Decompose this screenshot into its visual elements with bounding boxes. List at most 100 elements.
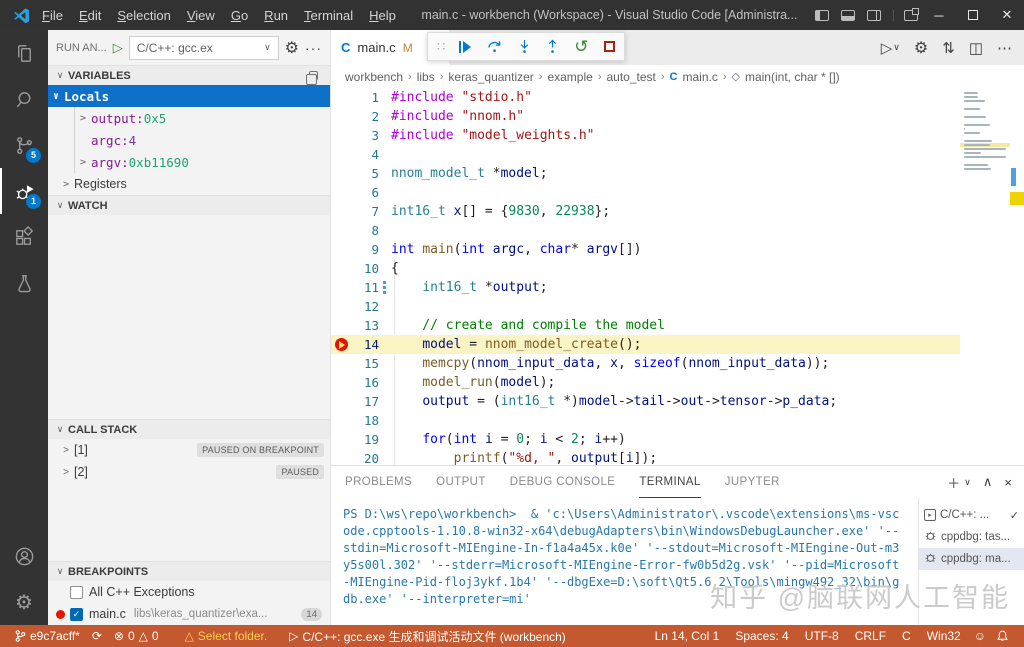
step-into-button[interactable] [518, 39, 531, 54]
terminal-dropdown-icon[interactable]: ∨ [964, 477, 971, 488]
status-cursor-position[interactable]: Ln 14, Col 1 [647, 625, 728, 647]
line-number[interactable]: 19 [351, 432, 379, 447]
code-line[interactable]: 19 for(int i = 0; i < 2; i++) [331, 430, 960, 449]
variable-row[interactable]: >output: 0x5 [75, 107, 330, 129]
watch-section-header[interactable]: ∨ WATCH [48, 195, 330, 215]
new-terminal-icon[interactable]: ＋ [947, 473, 960, 492]
debug-task-item[interactable]: ▷ C/C++: gcc.exe 生成和调试活动文件 (workbench) [284, 625, 571, 647]
step-over-button[interactable] [486, 39, 503, 54]
line-number[interactable]: 18 [351, 413, 379, 428]
run-and-debug-icon[interactable]: 1 [0, 168, 48, 214]
code-line[interactable]: 13 // create and compile the model [331, 316, 960, 335]
restart-button[interactable]: ↺ [574, 38, 588, 55]
git-branch-item[interactable]: e9c7acff* [10, 625, 85, 647]
code-line[interactable]: 14 model = nnom_model_create(); [331, 335, 960, 354]
debug-settings-gear-icon[interactable]: ⚙ [285, 38, 299, 58]
problems-item[interactable]: ⊗ 0 △ 0 [109, 625, 164, 647]
panel-tab-problems[interactable]: PROBLEMS [345, 467, 412, 498]
maximize-panel-icon[interactable]: ∧ [983, 474, 993, 490]
code-line[interactable]: 10{ [331, 259, 960, 278]
select-folder-warning[interactable]: △ Select folder. [180, 625, 273, 647]
breadcrumb-item[interactable]: auto_test [606, 70, 655, 84]
extensions-icon[interactable] [0, 214, 48, 260]
panel-tab-terminal[interactable]: TERMINAL [639, 467, 700, 498]
line-number[interactable]: 6 [351, 185, 379, 200]
code-line[interactable]: 8 [331, 221, 960, 240]
menu-terminal[interactable]: Terminal [296, 8, 361, 23]
status-indentation[interactable]: Spaces: 4 [727, 625, 796, 647]
panel-tab-debug-console[interactable]: DEBUG CONSOLE [510, 467, 616, 498]
line-number[interactable]: 16 [351, 375, 379, 390]
close-panel-icon[interactable]: × [1004, 475, 1012, 490]
line-number[interactable]: 7 [351, 204, 379, 219]
explorer-icon[interactable] [0, 30, 48, 76]
sync-item[interactable]: ⟳ [87, 625, 107, 647]
menu-view[interactable]: View [179, 8, 223, 23]
toggle-sidebar-icon[interactable] [815, 10, 829, 21]
panel-tab-output[interactable]: OUTPUT [436, 467, 486, 498]
variable-row[interactable]: >argv: 0xb11690 [75, 151, 330, 173]
breadcrumb-item[interactable]: libs [417, 70, 435, 84]
code-line[interactable]: 6 [331, 183, 960, 202]
panel-tab-jupyter[interactable]: JUPYTER [725, 467, 780, 498]
call-stack-frame[interactable]: >[2]PAUSED [48, 461, 330, 483]
line-number[interactable]: 2 [351, 109, 379, 124]
menu-help[interactable]: Help [361, 8, 404, 23]
menu-file[interactable]: File [34, 8, 71, 23]
line-number[interactable]: 10 [351, 261, 379, 276]
breadcrumb-item[interactable]: main(int, char * []) [745, 70, 840, 84]
variables-section-header[interactable]: ∨ VARIABLES [48, 65, 330, 85]
line-number[interactable]: 8 [351, 223, 379, 238]
code-line[interactable]: 16 model_run(model); [331, 373, 960, 392]
code-line[interactable]: 18 [331, 411, 960, 430]
start-debug-button[interactable]: ▷ [113, 40, 123, 56]
debug-config-dropdown[interactable]: C/C++: gcc.ex ∨ [129, 36, 279, 60]
feedback-icon[interactable]: ☺ [969, 625, 991, 647]
code-line[interactable]: 11 int16_t *output; [331, 278, 960, 297]
source-control-icon[interactable]: 5 [0, 122, 48, 168]
line-number[interactable]: 12 [351, 299, 379, 314]
minimize-button[interactable]: ─ [922, 0, 956, 30]
breakpoint-checkbox[interactable]: ✓ [70, 608, 83, 621]
menu-selection[interactable]: Selection [109, 8, 178, 23]
paused-breakpoint-icon[interactable] [331, 338, 351, 351]
maximize-button[interactable] [956, 0, 990, 30]
drag-handle-icon[interactable]: ∷ [437, 39, 444, 55]
menu-go[interactable]: Go [223, 8, 256, 23]
breadcrumb-item[interactable]: keras_quantizer [448, 70, 533, 84]
line-number[interactable]: 13 [351, 318, 379, 333]
breakpoint-checkbox[interactable] [70, 586, 83, 599]
code-line[interactable]: 3#include "model_weights.h" [331, 126, 960, 145]
overview-ruler[interactable] [1010, 88, 1024, 465]
compare-changes-icon[interactable]: ⇅ [942, 39, 955, 57]
more-actions-icon[interactable]: ⋯ [997, 39, 1012, 57]
variables-scope-locals[interactable]: ∨ Locals [48, 85, 330, 107]
terminal-session-item[interactable]: ▸C/C++: ...✓ [919, 504, 1024, 526]
close-button[interactable]: ✕ [990, 0, 1024, 30]
breadcrumb-item[interactable]: main.c [682, 70, 717, 84]
line-number[interactable]: 15 [351, 356, 379, 371]
breakpoint-row[interactable]: All C++ Exceptions [48, 581, 330, 603]
line-number[interactable]: 5 [351, 166, 379, 181]
code-line[interactable]: 5nnom_model_t *model; [331, 164, 960, 183]
terminal-session-item[interactable]: cppdbg: ma... [919, 548, 1024, 570]
breadcrumb-item[interactable]: workbench [345, 70, 403, 84]
code-line[interactable]: 15 memcpy(nnom_input_data, x, sizeof(nno… [331, 354, 960, 373]
stop-button[interactable] [604, 41, 615, 52]
continue-button[interactable] [459, 41, 471, 53]
breakpoints-section-header[interactable]: ∨ BREAKPOINTS [48, 561, 330, 581]
customize-layout-icon[interactable] [904, 10, 918, 21]
code-line[interactable]: 4 [331, 145, 960, 164]
menu-run[interactable]: Run [256, 8, 296, 23]
collapse-all-icon[interactable] [309, 71, 318, 80]
code-line[interactable]: 1#include "stdio.h" [331, 88, 960, 107]
line-number[interactable]: 4 [351, 147, 379, 162]
breadcrumb-item[interactable]: example [547, 70, 592, 84]
breakpoint-row[interactable]: ✓main.clibs\keras_quantizer\exa...14 [48, 603, 330, 625]
status-platform[interactable]: Win32 [919, 625, 969, 647]
code-editor[interactable]: 1#include "stdio.h"2#include "nnom.h"3#i… [331, 88, 1024, 465]
more-actions-icon[interactable]: ··· [305, 40, 322, 56]
toggle-panel-icon[interactable] [841, 10, 855, 21]
line-number[interactable]: 9 [351, 242, 379, 257]
line-number[interactable]: 14 [351, 337, 379, 352]
